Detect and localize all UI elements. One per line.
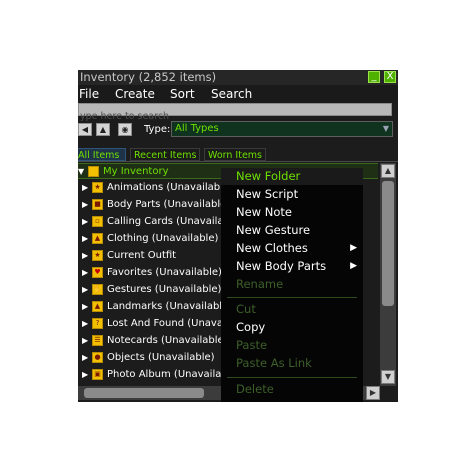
expand-arrow-icon[interactable]: ▶ — [82, 299, 88, 315]
expand-arrow-icon[interactable]: ▶ — [82, 316, 88, 332]
tab-all-items[interactable]: All Items — [78, 148, 126, 161]
expand-arrow-icon[interactable]: ▶ — [82, 231, 88, 247]
menu-item-new-body-parts[interactable]: New Body Parts — [236, 258, 326, 275]
menu-item-copy[interactable]: Copy — [236, 319, 265, 336]
folder-icon — [88, 166, 99, 177]
tree-item-label: Gestures (Unavailable) — [107, 284, 222, 295]
menu-item-paste: Paste — [236, 338, 268, 352]
menu-sort[interactable]: Sort — [170, 85, 195, 103]
expand-arrow-icon[interactable]: ▶ — [82, 265, 88, 281]
notecard-icon: ☰ — [92, 335, 103, 346]
view-icon[interactable]: ◉ — [118, 123, 132, 136]
scroll-up-icon[interactable]: ▲ — [381, 164, 395, 178]
tree-item-label: Notecards (Unavailable) — [107, 335, 228, 346]
calling-card-icon: ▫ — [92, 216, 103, 227]
expand-arrow-icon[interactable]: ▶ — [82, 367, 88, 383]
expand-arrow-icon[interactable]: ▶ — [82, 197, 88, 213]
type-dropdown[interactable]: All Types ▼ — [171, 121, 393, 137]
menu-item-paste-as-link: Paste As Link — [236, 356, 312, 370]
menu-item-rename: Rename — [236, 277, 284, 291]
menu-separator — [227, 377, 357, 378]
submenu-arrow-icon: ▶ — [350, 261, 357, 271]
menu-file[interactable]: File — [79, 85, 99, 103]
photo-icon: ▣ — [92, 369, 103, 380]
landmark-icon: ▲ — [92, 301, 103, 312]
context-menu: New Folder New Script New Note New Gestu… — [221, 168, 363, 402]
back-icon[interactable]: ◀ — [78, 123, 92, 136]
expand-arrow-icon[interactable]: ▶ — [82, 248, 88, 264]
heart-icon: ♥ — [92, 267, 103, 278]
menu-item-new-script[interactable]: New Script — [236, 186, 298, 203]
tab-divider — [78, 161, 398, 162]
tree-item-label: Animations (Unavailable) — [107, 182, 233, 193]
expand-arrow-icon[interactable]: ▶ — [82, 350, 88, 366]
scroll-right-icon[interactable]: ▶ — [366, 386, 380, 400]
scroll-thumb[interactable] — [382, 181, 394, 306]
title-bar[interactable]: Inventory (2,852 items) _ X — [78, 70, 398, 85]
type-value: All Types — [175, 123, 219, 134]
menu-separator — [227, 297, 357, 298]
tree-item-label: Objects (Unavailable) — [107, 352, 215, 363]
horizontal-scroll-thumb[interactable] — [84, 388, 204, 398]
object-icon: ● — [92, 352, 103, 363]
chevron-down-icon: ▼ — [382, 124, 389, 133]
search-box — [78, 103, 392, 122]
expand-arrow-icon[interactable]: ▶ — [82, 282, 88, 298]
menu-item-cut: Cut — [236, 302, 256, 316]
tree-item-label: Favorites (Unavailable) — [107, 267, 222, 278]
tab-recent-items[interactable]: Recent Items — [130, 148, 200, 161]
tree-item-label: Current Outfit — [107, 250, 177, 261]
tree-item-label: Calling Cards (Unavailab — [107, 216, 230, 227]
animation-icon: ★ — [92, 182, 103, 193]
open-folder-icon[interactable]: ▲ — [96, 123, 110, 136]
menu-item-new-gesture[interactable]: New Gesture — [236, 222, 310, 239]
minimize-button[interactable]: _ — [368, 71, 380, 83]
menu-bar: File Create Sort Search — [78, 85, 398, 103]
tree-item-label: Landmarks (Unavailable) — [107, 301, 233, 312]
expand-arrow-icon[interactable]: ▶ — [82, 214, 88, 230]
type-label: Type: — [144, 124, 171, 135]
tree-item-label: Clothing (Unavailable) — [107, 233, 219, 244]
scroll-down-icon[interactable]: ▼ — [381, 370, 395, 384]
menu-item-delete: Delete — [236, 382, 274, 396]
lost-found-icon: ? — [92, 318, 103, 329]
body-parts-icon: ■ — [92, 199, 103, 210]
tree-item-label: Lost And Found (Unava — [107, 318, 223, 329]
tree-root-label: My Inventory — [103, 166, 169, 177]
close-button[interactable]: X — [384, 71, 396, 83]
menu-item-new-folder[interactable]: New Folder — [236, 168, 300, 185]
menu-item-new-clothes[interactable]: New Clothes — [236, 240, 308, 257]
expand-arrow-icon[interactable]: ▶ — [82, 333, 88, 349]
vertical-scrollbar[interactable]: ▲ ▼ — [380, 163, 396, 386]
menu-search[interactable]: Search — [211, 85, 252, 103]
expand-arrow-icon[interactable]: ▶ — [82, 180, 88, 196]
submenu-arrow-icon: ▶ — [350, 243, 357, 253]
outfit-icon: ★ — [92, 250, 103, 261]
tab-worn-items[interactable]: Worn Items — [204, 148, 266, 161]
gesture-icon: ✋ — [92, 284, 103, 295]
clothing-icon: ▲ — [92, 233, 103, 244]
tree-item-label: Body Parts (Unavailable) — [107, 199, 231, 210]
tree-item-label: Photo Album (Unavailabl — [107, 369, 231, 380]
menu-item-new-note[interactable]: New Note — [236, 204, 292, 221]
menu-create[interactable]: Create — [115, 85, 155, 103]
window-title: Inventory (2,852 items) — [80, 70, 217, 84]
expand-arrow-icon[interactable]: ▼ — [78, 164, 84, 180]
